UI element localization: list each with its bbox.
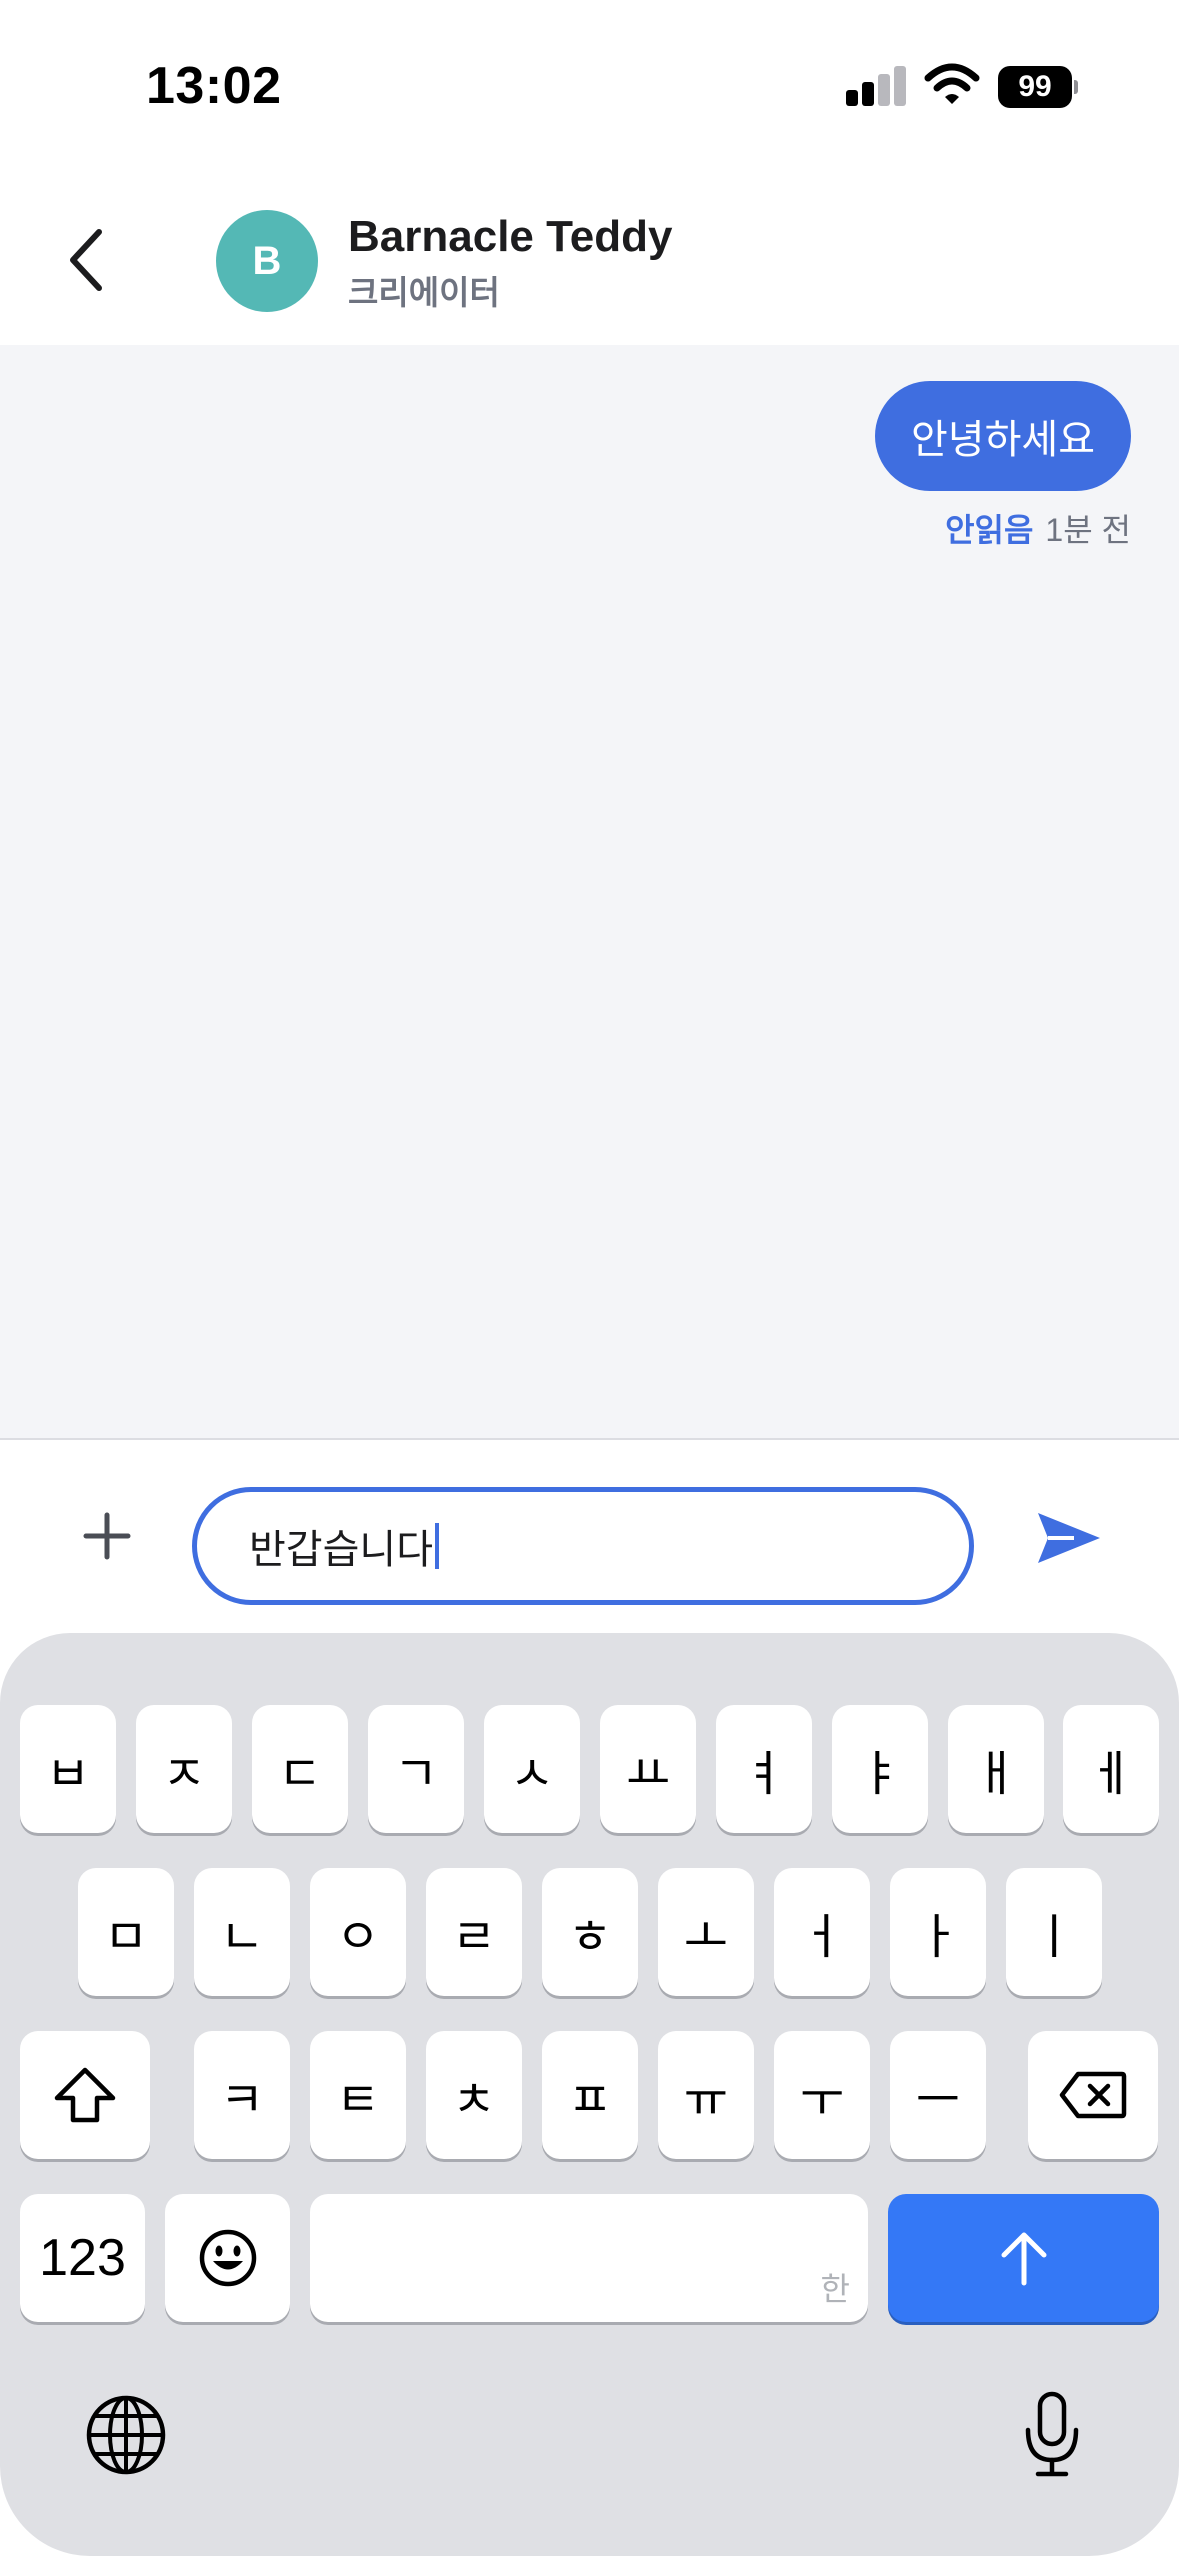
key-tieut[interactable]: ㅌ xyxy=(310,2031,406,2159)
text-caret xyxy=(435,1523,439,1569)
read-status: 안읽음 xyxy=(945,512,1034,548)
key-chieut[interactable]: ㅊ xyxy=(426,2031,522,2159)
key-mieum[interactable]: ㅁ xyxy=(78,1868,174,1996)
key-bieup[interactable]: ㅂ xyxy=(20,1705,116,1833)
space-key[interactable]: 한 xyxy=(310,2194,868,2322)
message-meta: 안읽음 1분 전 xyxy=(945,505,1131,551)
shift-key[interactable] xyxy=(20,2031,150,2159)
key-ieung[interactable]: ㅇ xyxy=(310,1868,406,1996)
microphone-icon xyxy=(1025,2391,1079,2477)
battery-indicator: 99 xyxy=(998,66,1078,108)
avatar[interactable]: B xyxy=(216,210,318,312)
contact-name: Barnacle Teddy xyxy=(348,212,673,261)
korean-keyboard: ㅂ ㅈ ㄷ ㄱ ㅅ ㅛ ㅕ ㅑ ㅐ ㅔ ㅁ ㄴ ㅇ ㄹ ㅎ ㅗ ㅓ ㅏ ㅣ ㅋ … xyxy=(0,1633,1179,2556)
key-pieup[interactable]: ㅍ xyxy=(542,2031,638,2159)
message-bubble-sent[interactable]: 안녕하세요 xyxy=(875,381,1131,491)
arrow-up-icon xyxy=(1001,2232,1046,2286)
delete-key[interactable] xyxy=(1028,2031,1158,2159)
key-rieul[interactable]: ㄹ xyxy=(426,1868,522,1996)
emoji-icon xyxy=(199,2229,256,2287)
key-digeut[interactable]: ㄷ xyxy=(252,1705,348,1833)
key-giyeok[interactable]: ㄱ xyxy=(368,1705,464,1833)
message-list: 안녕하세요 안읽음 1분 전 xyxy=(0,345,1179,1440)
globe-icon xyxy=(86,2395,166,2475)
cellular-signal-icon xyxy=(846,66,906,106)
key-ae[interactable]: ㅐ xyxy=(948,1705,1044,1833)
status-bar: 13:02 99 xyxy=(0,0,1179,170)
key-ya[interactable]: ㅑ xyxy=(832,1705,928,1833)
plus-icon xyxy=(83,1512,131,1560)
message-input[interactable]: 반갑습니다 xyxy=(192,1487,974,1605)
key-siot[interactable]: ㅅ xyxy=(484,1705,580,1833)
key-nieun[interactable]: ㄴ xyxy=(194,1868,290,1996)
key-kieuk[interactable]: ㅋ xyxy=(194,2031,290,2159)
key-u[interactable]: ㅜ xyxy=(774,2031,870,2159)
key-o[interactable]: ㅗ xyxy=(658,1868,754,1996)
key-e[interactable]: ㅔ xyxy=(1063,1705,1159,1833)
numbers-key[interactable]: 123 xyxy=(20,2194,145,2322)
key-eo[interactable]: ㅓ xyxy=(774,1868,870,1996)
chat-header: B Barnacle Teddy 크리에이터 xyxy=(0,170,1179,345)
contact-role: 크리에이터 xyxy=(348,274,500,311)
message-time: 1분 전 xyxy=(1045,512,1131,548)
key-yu[interactable]: ㅠ xyxy=(658,2031,754,2159)
message-composer: 반갑습니다 xyxy=(0,1441,1179,1631)
dictation-button[interactable] xyxy=(1010,2383,1094,2487)
key-a[interactable]: ㅏ xyxy=(890,1868,986,1996)
key-yeo[interactable]: ㅕ xyxy=(716,1705,812,1833)
send-button[interactable] xyxy=(1034,1507,1104,1569)
space-key-hint: 한 xyxy=(820,2270,850,2308)
return-key[interactable] xyxy=(888,2194,1159,2322)
globe-button[interactable] xyxy=(84,2393,168,2477)
key-hieut[interactable]: ㅎ xyxy=(542,1868,638,1996)
backspace-icon xyxy=(1059,2071,1127,2119)
send-icon xyxy=(1038,1513,1100,1563)
battery-level: 99 xyxy=(998,66,1072,108)
chevron-left-icon xyxy=(70,229,102,291)
message-input-text: 반갑습니다 xyxy=(249,1528,433,1572)
back-button[interactable] xyxy=(50,220,120,300)
wifi-icon xyxy=(924,62,980,106)
key-i[interactable]: ㅣ xyxy=(1006,1868,1102,1996)
status-time: 13:02 xyxy=(146,57,282,115)
key-jieut[interactable]: ㅈ xyxy=(136,1705,232,1833)
attach-button[interactable] xyxy=(78,1507,136,1565)
key-yo[interactable]: ㅛ xyxy=(600,1705,696,1833)
emoji-key[interactable] xyxy=(165,2194,290,2322)
shift-icon xyxy=(54,2067,116,2123)
key-eu[interactable]: ㅡ xyxy=(890,2031,986,2159)
